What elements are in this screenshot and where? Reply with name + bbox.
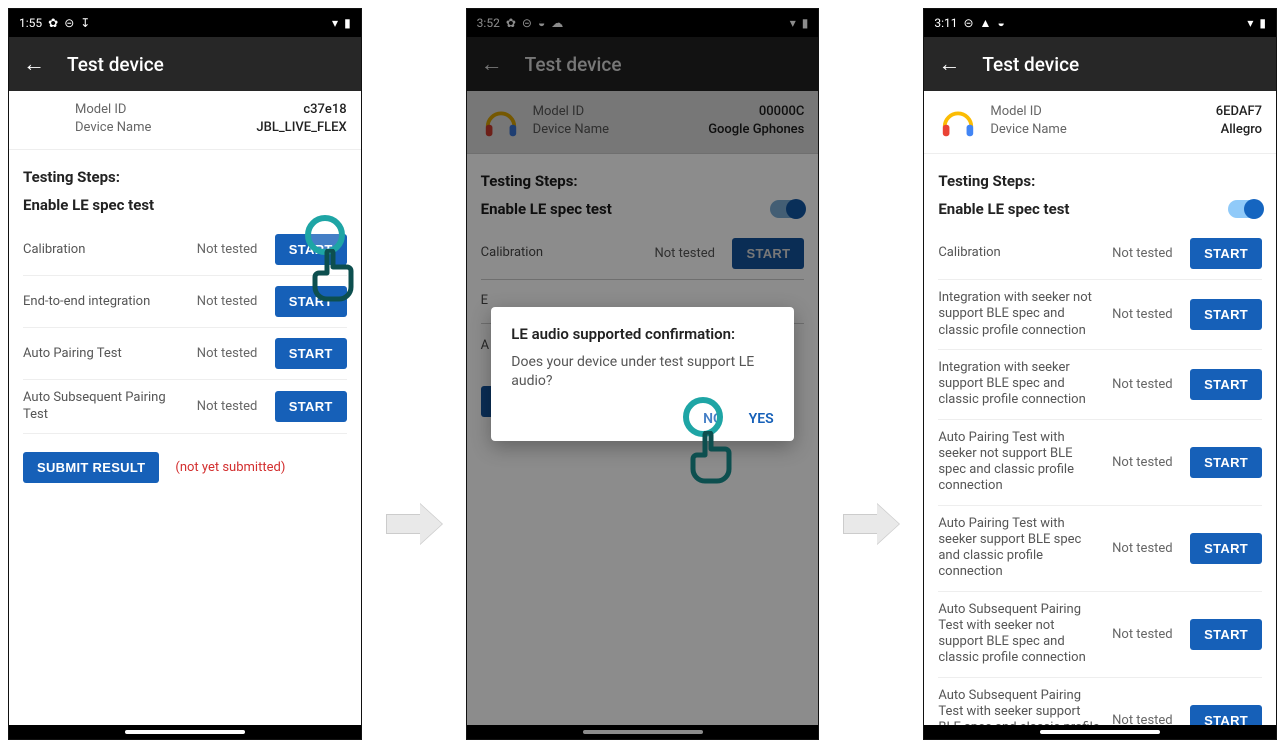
- device-name-value: Allegro: [1221, 121, 1262, 139]
- test-row: Calibration Not tested START: [23, 224, 347, 276]
- test-row: Integration with seeker not support BLE …: [938, 280, 1262, 350]
- test-row: Auto Pairing Test with seeker not suppor…: [938, 420, 1262, 506]
- test-name: Calibration: [23, 242, 189, 258]
- test-name: Auto Pairing Test: [23, 346, 189, 362]
- test-content[interactable]: Testing Steps: Enable LE spec test Calib…: [924, 154, 1276, 725]
- app-title: Test device: [982, 53, 1079, 76]
- phone-screen-3: 3:11 ⊝ ▲ ◒ ▾ ▮ ← Test device Model ID 6E…: [923, 8, 1277, 740]
- start-button[interactable]: START: [1190, 238, 1262, 269]
- test-row: Calibration Not tested START: [938, 228, 1262, 280]
- app-bar: ← Test device: [9, 37, 361, 91]
- model-id-value: 6EDAF7: [1216, 103, 1262, 121]
- test-row: Auto Pairing Test Not tested START: [23, 328, 347, 380]
- wifi-icon: ▾: [332, 16, 338, 30]
- test-name: Auto Subsequent Pairing Test with seeker…: [938, 602, 1104, 667]
- device-info-card: Model ID 6EDAF7 Device Name Allegro: [924, 91, 1276, 154]
- start-button[interactable]: START: [275, 391, 347, 422]
- test-status: Not tested: [1112, 713, 1182, 726]
- test-name: Integration with seeker not support BLE …: [938, 290, 1104, 339]
- headphones-icon: [938, 101, 978, 141]
- start-button[interactable]: START: [1190, 705, 1262, 726]
- enable-le-label: Enable LE spec test: [938, 200, 1069, 218]
- back-arrow-icon[interactable]: ←: [23, 51, 45, 77]
- battery-icon: ▮: [344, 16, 351, 30]
- device-info-card: Model ID c37e18 Device Name JBL_LIVE_FLE…: [9, 91, 361, 150]
- dialog-no-button[interactable]: NO: [703, 411, 723, 427]
- test-status: Not tested: [1112, 307, 1182, 322]
- download-icon: ↧: [80, 16, 90, 30]
- start-button[interactable]: START: [1190, 447, 1262, 478]
- test-status: Not tested: [197, 242, 267, 257]
- start-button[interactable]: START: [275, 286, 347, 317]
- status-time: 3:11: [934, 16, 957, 30]
- battery-icon: ▮: [1259, 16, 1266, 30]
- status-bar: 1:55 ✿ ⊝ ↧ ▾ ▮: [9, 9, 361, 37]
- flow-arrow: [386, 504, 442, 544]
- start-button[interactable]: START: [1190, 533, 1262, 564]
- submit-result-button[interactable]: SUBMIT RESULT: [23, 452, 159, 483]
- test-status: Not tested: [1112, 246, 1182, 261]
- model-id-label: Model ID: [75, 101, 126, 119]
- warning-icon: ▲: [980, 16, 992, 30]
- flow-arrow: [843, 504, 899, 544]
- test-row: Auto Pairing Test with seeker support BL…: [938, 506, 1262, 592]
- test-status: Not tested: [197, 294, 267, 309]
- start-button[interactable]: START: [275, 338, 347, 369]
- test-content: Testing Steps: Enable LE spec test Calib…: [9, 150, 361, 725]
- shield-icon: ◒: [997, 16, 1004, 30]
- test-status: Not tested: [1112, 627, 1182, 642]
- enable-le-switch[interactable]: [1228, 200, 1262, 218]
- test-row: Auto Subsequent Pairing Test with seeker…: [938, 592, 1262, 678]
- back-arrow-icon[interactable]: ←: [938, 51, 960, 77]
- model-id-label: Model ID: [990, 103, 1041, 121]
- start-button[interactable]: START: [275, 234, 347, 265]
- test-name: Auto Pairing Test with seeker not suppor…: [938, 430, 1104, 495]
- wifi-icon: ▾: [1247, 16, 1253, 30]
- test-status: Not tested: [197, 399, 267, 414]
- test-row: End-to-end integration Not tested START: [23, 276, 347, 328]
- android-nav-bar[interactable]: [9, 725, 361, 739]
- start-button[interactable]: START: [1190, 369, 1262, 400]
- test-row: Auto Subsequent Pairing Test Not tested ST…: [23, 380, 347, 434]
- testing-steps-header: Testing Steps:: [938, 172, 1262, 190]
- test-name: Calibration: [938, 245, 1104, 261]
- enable-le-label: Enable LE spec test: [23, 196, 154, 214]
- test-name: Integration with seeker support BLE spec…: [938, 360, 1104, 409]
- device-name-label: Device Name: [990, 121, 1066, 139]
- test-name: Auto Subsequent Pairing Test: [23, 390, 189, 423]
- start-button[interactable]: START: [1190, 619, 1262, 650]
- device-name-label: Device Name: [75, 119, 151, 137]
- test-status: Not tested: [1112, 541, 1182, 556]
- not-submitted-text: (not yet submitted): [175, 460, 285, 475]
- dialog-message: Does your device under test support LE a…: [511, 353, 773, 391]
- test-name: Auto Pairing Test with seeker support BL…: [938, 516, 1104, 581]
- test-row: Auto Subsequent Pairing Test with seeker…: [938, 678, 1262, 726]
- android-nav-bar[interactable]: [924, 725, 1276, 739]
- dialog-title: LE audio supported confirmation:: [511, 325, 773, 343]
- test-status: Not tested: [1112, 455, 1182, 470]
- test-status: Not tested: [197, 346, 267, 361]
- model-id-value: c37e18: [303, 101, 346, 119]
- phone-screen-2: 3:52 ✿ ⊝ ◒ ☁ ▾ ▮ ← Test device Model ID …: [466, 8, 820, 740]
- status-bar: 3:11 ⊝ ▲ ◒ ▾ ▮: [924, 9, 1276, 37]
- test-row: Integration with seeker support BLE spec…: [938, 350, 1262, 420]
- status-time: 1:55: [19, 16, 42, 30]
- testing-steps-header: Testing Steps:: [23, 168, 347, 186]
- gear-icon: ✿: [48, 16, 58, 30]
- start-button[interactable]: START: [1190, 299, 1262, 330]
- phone-screen-1: 1:55 ✿ ⊝ ↧ ▾ ▮ ← Test device Model ID c3…: [8, 8, 362, 740]
- app-bar: ← Test device: [924, 37, 1276, 91]
- dnd-icon: ⊝: [963, 16, 973, 30]
- dialog-overlay: LE audio supported confirmation: Does yo…: [467, 9, 819, 739]
- dialog-yes-button[interactable]: YES: [749, 411, 774, 427]
- app-title: Test device: [67, 53, 164, 76]
- test-status: Not tested: [1112, 377, 1182, 392]
- test-name: Auto Subsequent Pairing Test with seeker…: [938, 688, 1104, 726]
- test-name: End-to-end integration: [23, 294, 189, 310]
- dnd-icon: ⊝: [64, 16, 74, 30]
- le-audio-dialog: LE audio supported confirmation: Does yo…: [491, 307, 793, 441]
- device-name-value: JBL_LIVE_FLEX: [256, 119, 346, 137]
